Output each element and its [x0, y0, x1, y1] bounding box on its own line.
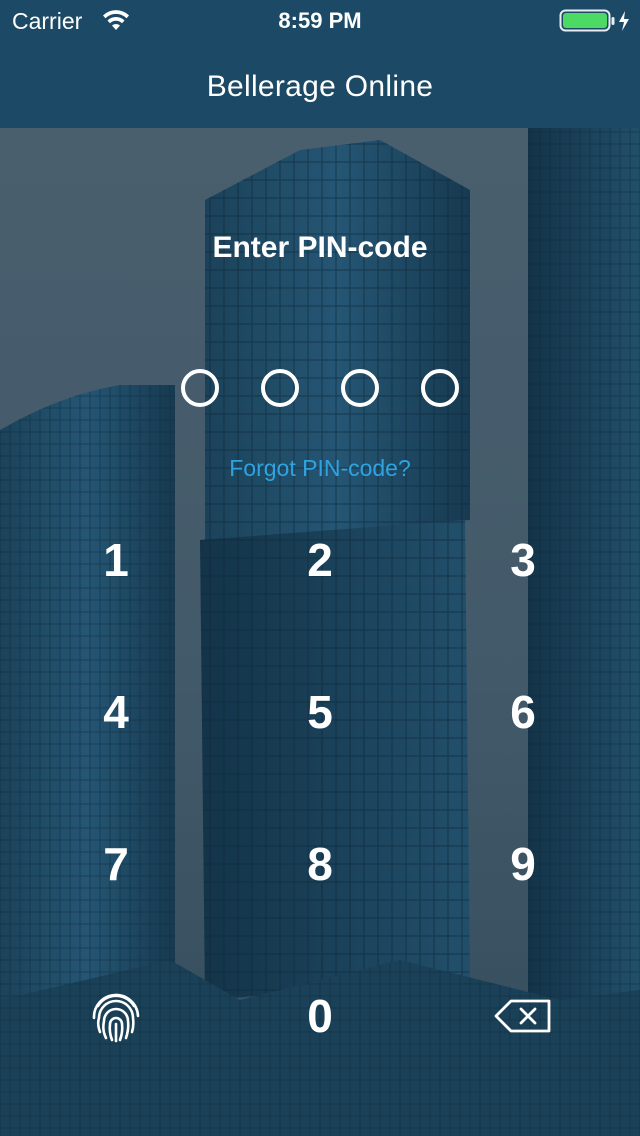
backspace-icon: [494, 999, 551, 1033]
fingerprint-button[interactable]: [46, 966, 186, 1066]
keypad-key-1[interactable]: 1: [46, 510, 186, 610]
pin-prompt-title: Enter PIN-code: [212, 231, 428, 264]
pin-screen: Carrier 8:59 PM Bellerage Online Enter P…: [0, 0, 640, 1136]
keypad-key-4[interactable]: 4: [46, 662, 186, 762]
keypad-key-3[interactable]: 3: [453, 510, 593, 610]
keypad-key-5[interactable]: 5: [250, 662, 390, 762]
pin-digit-indicator-2: [261, 369, 299, 407]
fingerprint-icon: [92, 993, 140, 1043]
keypad-key-0[interactable]: 0: [250, 966, 390, 1066]
keypad-key-2[interactable]: 2: [250, 510, 390, 610]
keypad-key-8[interactable]: 8: [250, 814, 390, 914]
pin-digit-indicator-1: [181, 369, 219, 407]
pin-digit-indicator-4: [421, 369, 459, 407]
keypad-key-7[interactable]: 7: [46, 814, 186, 914]
keypad-key-6[interactable]: 6: [453, 662, 593, 762]
status-time: 8:59 PM: [278, 8, 362, 33]
app-title: Bellerage Online: [206, 70, 434, 103]
navigation-header: Carrier 8:59 PM Bellerage Online: [0, 0, 640, 128]
forgot-pin-link[interactable]: Forgot PIN-code?: [0, 452, 640, 484]
keypad-key-9[interactable]: 9: [453, 814, 593, 914]
backspace-button[interactable]: [453, 966, 593, 1066]
pin-digit-indicator-3: [341, 369, 379, 407]
battery-charging-icon: [559, 9, 629, 32]
